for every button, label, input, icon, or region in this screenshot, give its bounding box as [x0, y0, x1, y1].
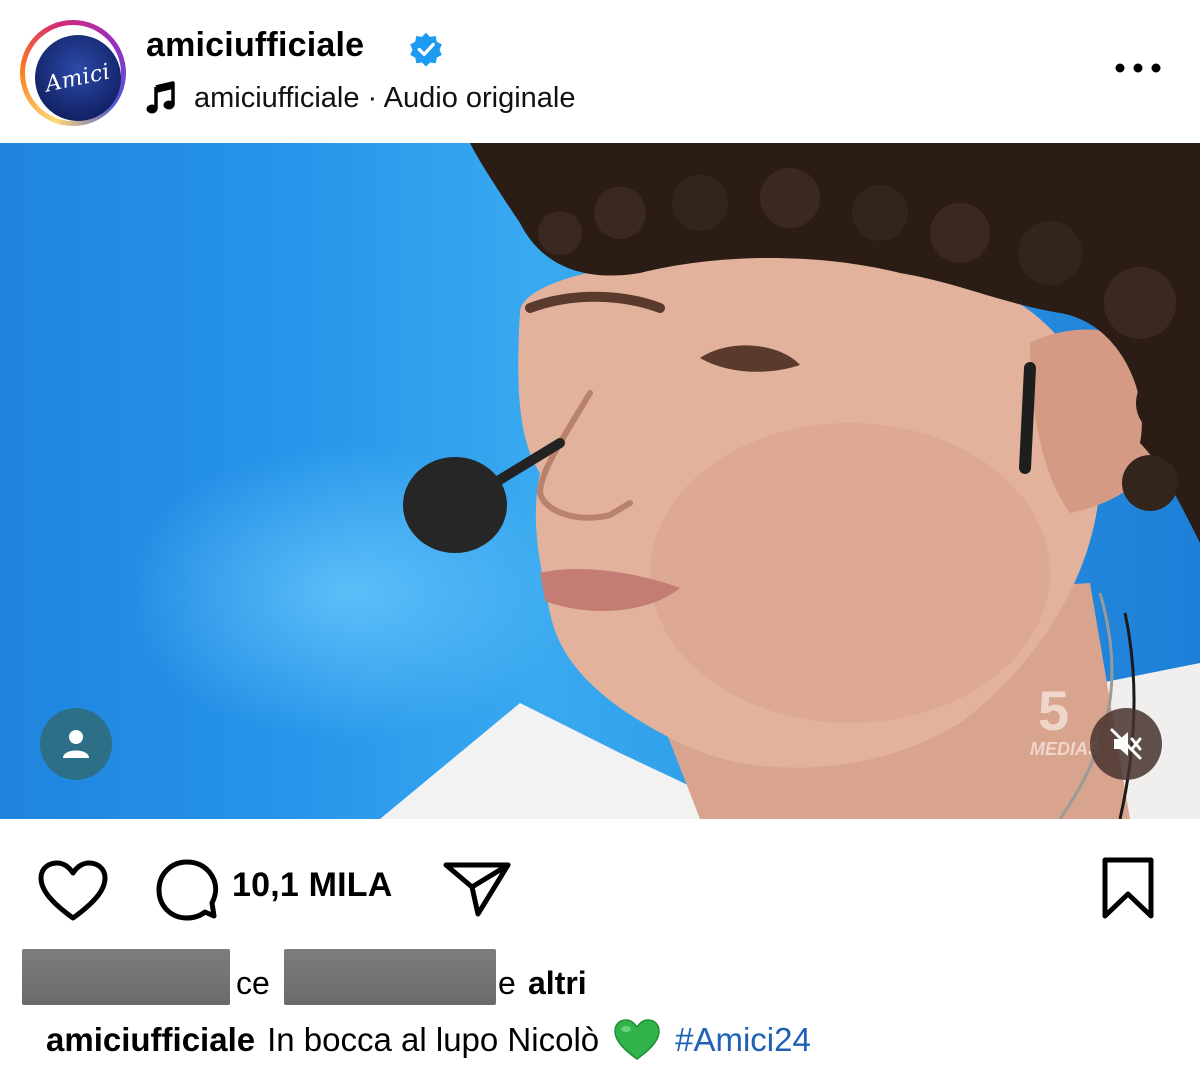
- likes-suffix: e: [498, 965, 516, 1001]
- mute-toggle-button[interactable]: [1090, 708, 1162, 780]
- watermark-number: 5: [1038, 679, 1070, 742]
- heart-icon[interactable]: [38, 860, 108, 922]
- comment-bubble-icon[interactable]: [154, 858, 220, 924]
- avatar-logo-text: Amici: [43, 58, 113, 98]
- redacted-username: [284, 949, 496, 1005]
- post-video[interactable]: 5 MEDIAS: [0, 143, 1200, 819]
- person-icon: [63, 730, 89, 758]
- verified-badge-icon: [410, 32, 442, 67]
- bookmark-icon[interactable]: [1100, 856, 1156, 920]
- audio-label: amiciufficiale · Audio originale: [194, 81, 576, 114]
- more-options-icon[interactable]: [1112, 58, 1164, 78]
- speaker-muted-icon: [1110, 728, 1142, 760]
- post-username[interactable]: amiciufficiale: [146, 26, 364, 65]
- video-frame-illustration: [380, 143, 1200, 819]
- caption-text: In bocca al lupo Nicolò: [267, 1021, 600, 1058]
- caption-hashtag[interactable]: #Amici24: [675, 1021, 811, 1059]
- music-note-icon: [146, 81, 175, 114]
- likes-connector: ce: [236, 965, 270, 1001]
- comment-count: 10,1 MILA: [232, 866, 393, 904]
- redacted-username: [22, 949, 230, 1005]
- tagged-users-button[interactable]: [40, 708, 112, 780]
- green-heart-icon: [614, 1019, 660, 1060]
- likes-others-link[interactable]: altri: [528, 965, 587, 1002]
- paper-plane-icon[interactable]: [442, 860, 512, 918]
- caption-username[interactable]: amiciufficiale: [46, 1021, 255, 1059]
- profile-avatar-ring[interactable]: Amici: [20, 20, 126, 126]
- post-caption: amiciufficiale In bocca al lupo Nicolò #…: [46, 1018, 811, 1062]
- audio-attribution[interactable]: amiciufficiale · Audio originale: [146, 78, 576, 118]
- likes-summary[interactable]: ce e altri: [0, 945, 1200, 1005]
- post-header: Amici amiciufficiale amiciufficiale · Au…: [0, 0, 1200, 140]
- post-actions: 10,1 MILA: [0, 850, 1200, 922]
- avatar[interactable]: Amici: [35, 35, 121, 121]
